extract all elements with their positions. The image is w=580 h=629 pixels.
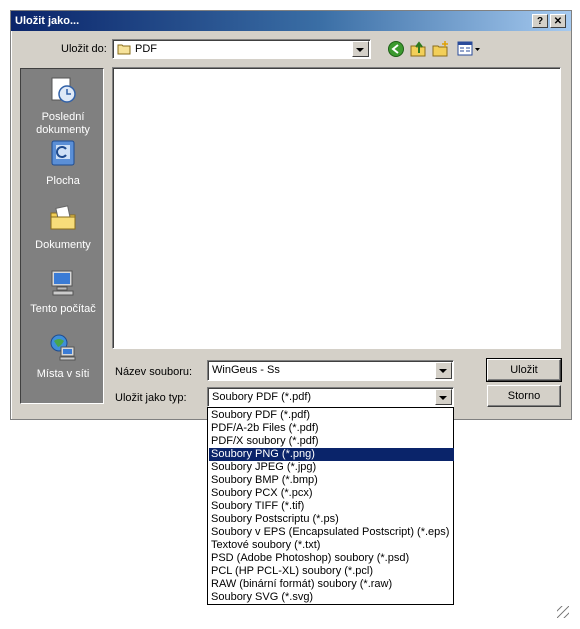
list-item[interactable]: PCL (HP PCL-XL) soubory (*.pcl): [209, 565, 454, 578]
filetype-dropdown[interactable]: Soubory PDF (*.pdf): [207, 387, 454, 407]
filetype-chevron-down-icon[interactable]: [435, 389, 452, 405]
save-in-value: PDF: [135, 43, 157, 55]
place-label-desktop: Plocha: [46, 175, 80, 187]
up-folder-icon[interactable]: [409, 40, 427, 58]
list-item[interactable]: Soubory PCX (*.pcx): [209, 487, 454, 500]
list-item-selected[interactable]: Soubory PNG (*.png): [209, 448, 454, 461]
help-button[interactable]: ?: [532, 14, 548, 28]
file-list[interactable]: [112, 67, 561, 349]
save-button[interactable]: Uložit: [486, 358, 562, 382]
place-my-computer[interactable]: Tento počítač: [21, 267, 105, 316]
new-folder-icon[interactable]: [432, 40, 450, 58]
list-item[interactable]: Soubory BMP (*.bmp): [209, 474, 454, 487]
place-label-recent: Poslední dokumenty: [36, 111, 90, 136]
title-bar[interactable]: Uložit jako...: [11, 11, 571, 31]
my-documents-icon: [50, 205, 76, 230]
resize-grip[interactable]: [557, 606, 569, 618]
window-title: Uložit jako...: [15, 15, 80, 27]
list-item[interactable]: Soubory v EPS (Encapsulated Postscript) …: [209, 526, 454, 539]
list-item[interactable]: PDF/A-2b Files (*.pdf): [209, 422, 454, 435]
list-item[interactable]: Soubory TIFF (*.tif): [209, 500, 454, 513]
cancel-button[interactable]: Storno: [487, 385, 561, 407]
save-in-dropdown[interactable]: PDF: [112, 39, 371, 59]
filetype-options-list[interactable]: Soubory PDF (*.pdf) PDF/A-2b Files (*.pd…: [207, 407, 454, 605]
filename-input[interactable]: WinGeus - Ss: [207, 360, 454, 381]
place-desktop[interactable]: Plocha: [21, 139, 105, 188]
list-item[interactable]: PSD (Adobe Photoshop) soubory (*.psd): [209, 552, 454, 565]
place-recent-documents[interactable]: Poslední dokumenty: [21, 75, 105, 137]
chevron-down-icon[interactable]: [352, 41, 369, 57]
filename-chevron-down-icon[interactable]: [435, 362, 452, 379]
folder-icon: [117, 44, 131, 55]
back-icon[interactable]: [387, 40, 405, 58]
places-bar: Poslední dokumenty Plocha Dokumenty Tent…: [20, 68, 104, 404]
filetype-value: Soubory PDF (*.pdf): [212, 391, 312, 403]
list-item[interactable]: Soubory SVG (*.svg): [209, 591, 454, 604]
filetype-label: Uložit jako typ:: [115, 392, 187, 404]
view-menu-icon[interactable]: [457, 41, 481, 57]
filename-label: Název souboru:: [115, 366, 193, 378]
close-button[interactable]: ✕: [550, 14, 566, 28]
place-network[interactable]: Místa v síti: [21, 332, 105, 381]
network-places-icon: [50, 334, 76, 361]
list-item[interactable]: Soubory PDF (*.pdf): [209, 409, 454, 422]
list-item[interactable]: Soubory JPEG (*.jpg): [209, 461, 454, 474]
list-item[interactable]: Soubory Postscriptu (*.ps): [209, 513, 454, 526]
filename-value: WinGeus - Ss: [212, 364, 280, 376]
place-label-documents: Dokumenty: [35, 239, 91, 251]
place-label-computer: Tento počítač: [30, 303, 96, 315]
my-computer-icon: [51, 270, 74, 296]
desktop-icon: [51, 140, 75, 166]
list-item[interactable]: PDF/X soubory (*.pdf): [209, 435, 454, 448]
list-item[interactable]: RAW (binární formát) soubory (*.raw): [209, 578, 454, 591]
list-item[interactable]: Textové soubory (*.txt): [209, 539, 454, 552]
place-my-documents[interactable]: Dokumenty: [21, 203, 105, 252]
save-in-label: Uložit do:: [61, 43, 107, 55]
recent-documents-icon: [51, 77, 76, 103]
place-label-network: Místa v síti: [36, 368, 90, 380]
